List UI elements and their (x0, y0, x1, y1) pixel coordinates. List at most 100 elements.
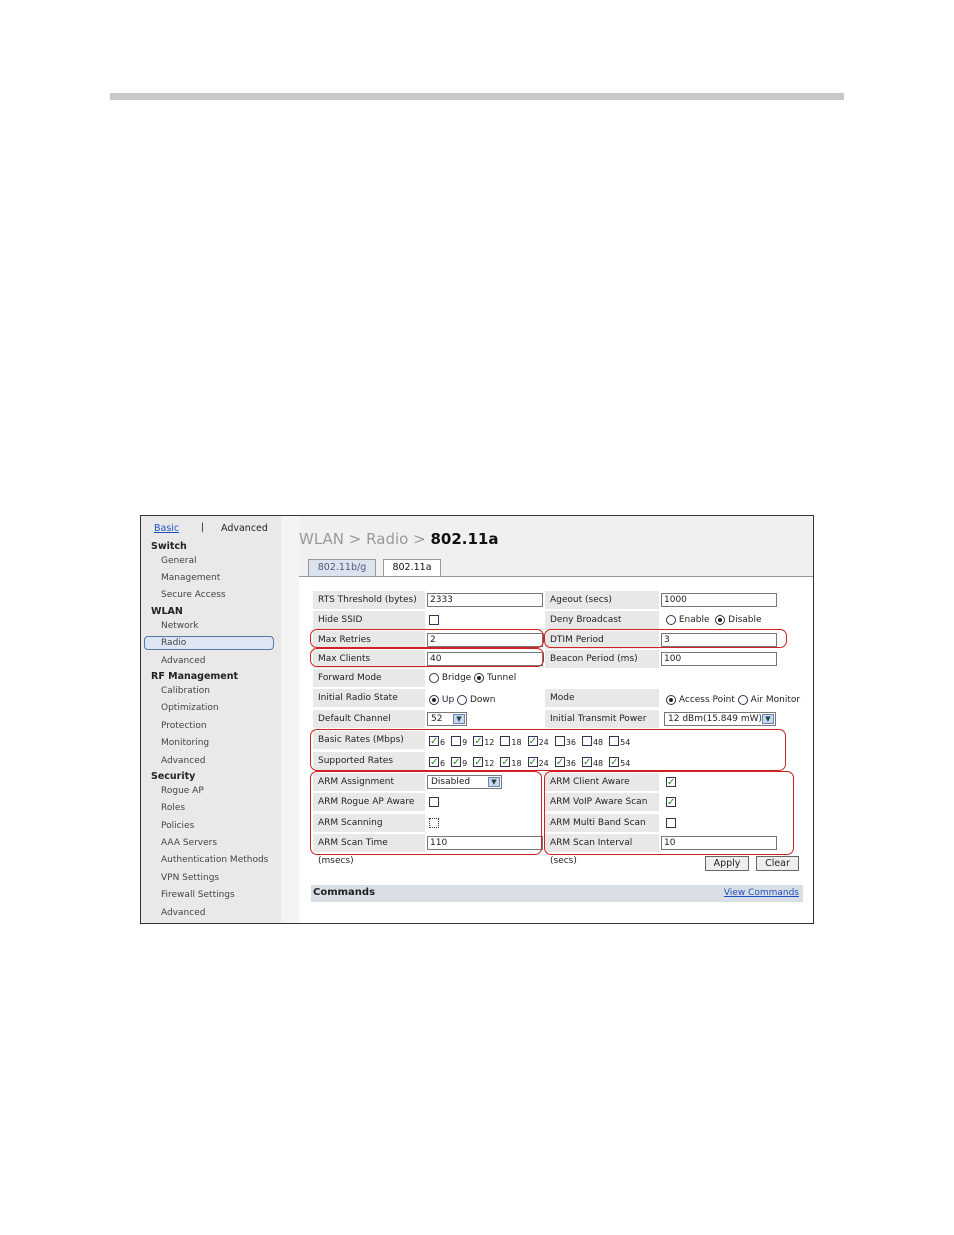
breadcrumb-radio[interactable]: Radio (366, 530, 408, 548)
breadcrumb-wlan[interactable]: WLAN (299, 530, 344, 548)
sidebar-item-management[interactable]: Management (161, 573, 220, 583)
sidebar-item-roles[interactable]: Roles (161, 803, 185, 813)
arm-scan-interval-input[interactable]: 10 (661, 836, 777, 850)
arm-client-aware-checkbox[interactable] (666, 774, 676, 792)
arm-voip-aware-scan-checkbox[interactable] (666, 794, 676, 812)
rts-threshold-input[interactable]: 2333 (427, 593, 543, 607)
radio-settings-panel: RTS Threshold (bytes) 2333 Ageout (secs)… (299, 576, 813, 923)
sidebar-item-wlan-advanced[interactable]: Advanced (161, 656, 205, 666)
clear-button[interactable]: Clear (756, 856, 799, 871)
supported-rate-54-checkbox[interactable] (609, 754, 620, 772)
arm-assignment-label: ARM Assignment (313, 773, 425, 791)
arm-rogue-ap-aware-checkbox[interactable] (429, 796, 439, 807)
forward-bridge-label: Bridge (441, 673, 472, 683)
max-retries-input[interactable]: 2 (427, 633, 543, 647)
sidebar-item-security-advanced[interactable]: Advanced (161, 908, 205, 918)
deny-broadcast-options: Enable Disable (666, 611, 762, 629)
sidebar-item-optimization[interactable]: Optimization (161, 703, 219, 713)
arm-assignment-select[interactable]: Disabled ▼ (427, 775, 502, 789)
sidebar-item-rogue-ap[interactable]: Rogue AP (161, 786, 204, 796)
advanced-tab-link[interactable]: Advanced (221, 523, 268, 534)
hide-ssid-label: Hide SSID (313, 611, 425, 629)
form-row: Hide SSID Deny Broadcast Enable Disable (311, 611, 803, 630)
form-row: RTS Threshold (bytes) 2333 Ageout (secs)… (311, 591, 803, 610)
supported-rate-9-checkbox[interactable] (451, 754, 462, 772)
rts-threshold-label: RTS Threshold (bytes) (313, 591, 425, 609)
basic-rate-12-checkbox[interactable] (473, 733, 484, 751)
ageout-input[interactable]: 1000 (661, 593, 777, 607)
basic-rate-18-checkbox[interactable] (500, 735, 511, 746)
arm-multi-band-scan-checkbox[interactable] (666, 817, 676, 828)
radio-state-up-radio[interactable] (429, 694, 439, 705)
supported-rate-12: 12 (473, 753, 494, 773)
sidebar-divider (281, 516, 299, 923)
form-row: Max Retries 2 DTIM Period 3 (311, 631, 803, 650)
mode-air-monitor-radio[interactable] (737, 694, 748, 705)
forward-tunnel-radio[interactable] (474, 672, 485, 683)
basic-rates-checkboxes: 6 9 12 18 24 36 48 54 (429, 732, 636, 752)
basic-rate-36-checkbox[interactable] (554, 735, 565, 746)
basic-tab-link[interactable]: Basic (154, 523, 179, 534)
mode-access-point-radio[interactable] (666, 694, 676, 705)
deny-broadcast-disable-radio[interactable] (715, 614, 726, 625)
sidebar-item-network[interactable]: Network (161, 621, 199, 631)
basic-rate-24-checkbox[interactable] (527, 733, 538, 751)
basic-rate-6-checkbox[interactable] (429, 733, 439, 751)
sidebar-item-protection[interactable]: Protection (161, 721, 207, 731)
dtim-period-input[interactable]: 3 (661, 633, 777, 647)
hide-ssid-checkbox[interactable] (429, 614, 439, 625)
apply-button[interactable]: Apply (705, 856, 749, 871)
sidebar-item-policies[interactable]: Policies (161, 821, 194, 831)
supported-rate-48-checkbox[interactable] (581, 754, 592, 772)
arm-scanning-field (429, 814, 439, 832)
arm-client-aware-field (666, 773, 676, 792)
mode-options: Access Point Air Monitor (666, 691, 800, 709)
sidebar-item-aaa-servers[interactable]: AAA Servers (161, 838, 217, 848)
max-clients-input[interactable]: 40 (427, 652, 543, 666)
basic-rate-48-checkbox[interactable] (581, 735, 592, 746)
sidebar-item-rf-advanced[interactable]: Advanced (161, 756, 205, 766)
tab-802-11bg[interactable]: 802.11b/g (308, 559, 376, 576)
supported-rates-checkboxes: 6 9 12 18 24 36 48 54 (429, 753, 636, 773)
sidebar-item-secure-access[interactable]: Secure Access (161, 590, 226, 600)
sidebar-item-vpn-settings[interactable]: VPN Settings (161, 873, 219, 883)
supported-rate-label: 24 (538, 759, 549, 768)
supported-rate-label: 54 (620, 759, 631, 768)
arm-scanning-checkbox[interactable] (429, 817, 439, 828)
sidebar-item-authentication-methods[interactable]: Authentication Methods (161, 855, 268, 865)
tab-802-11a[interactable]: 802.11a (383, 559, 441, 576)
basic-rate-12: 12 (473, 732, 494, 752)
forward-bridge-radio[interactable] (429, 672, 439, 683)
arm-scan-interval-label: ARM Scan Interval (secs) (545, 834, 659, 866)
arm-multi-band-scan-field (666, 814, 676, 832)
commands-bar: Commands View Commands (311, 885, 803, 902)
supported-rate-36-checkbox[interactable] (554, 754, 565, 772)
default-channel-select[interactable]: 52 ▼ (427, 712, 467, 726)
form-row: Forward Mode Bridge Tunnel (311, 669, 803, 688)
basic-rate-9-checkbox[interactable] (451, 735, 462, 746)
basic-rate-54-checkbox[interactable] (609, 735, 620, 746)
max-clients-label: Max Clients (313, 650, 425, 668)
breadcrumb: WLAN > Radio > 802.11a (299, 530, 498, 548)
arm-rogue-ap-aware-label: ARM Rogue AP Aware (313, 793, 425, 811)
sidebar-item-calibration[interactable]: Calibration (161, 686, 210, 696)
sidebar-item-radio[interactable]: Radio (144, 636, 274, 650)
radio-state-down-radio[interactable] (457, 694, 468, 705)
sidebar-item-monitoring[interactable]: Monitoring (161, 738, 209, 748)
supported-rate-36: 36 (554, 753, 576, 773)
view-commands-link[interactable]: View Commands (724, 888, 799, 898)
basic-rate-label: 36 (565, 738, 576, 747)
sidebar-item-firewall-settings[interactable]: Firewall Settings (161, 890, 235, 900)
beacon-period-input[interactable]: 100 (661, 652, 777, 666)
basic-rate-label: 9 (462, 738, 468, 747)
sidebar-section-rf-management: RF Management (151, 671, 239, 682)
supported-rate-6-checkbox[interactable] (429, 754, 439, 772)
supported-rate-24-checkbox[interactable] (527, 754, 538, 772)
arm-scan-time-input[interactable]: 110 (427, 836, 543, 850)
supported-rate-18-checkbox[interactable] (500, 754, 511, 772)
sidebar-item-general[interactable]: General (161, 556, 196, 566)
deny-broadcast-enable-radio[interactable] (666, 614, 676, 625)
transmit-power-select[interactable]: 12 dBm(15.849 mW) ▼ (664, 712, 776, 726)
supported-rate-12-checkbox[interactable] (473, 754, 484, 772)
form-row: ARM Rogue AP Aware ARM VoIP Aware Scan (311, 793, 803, 812)
